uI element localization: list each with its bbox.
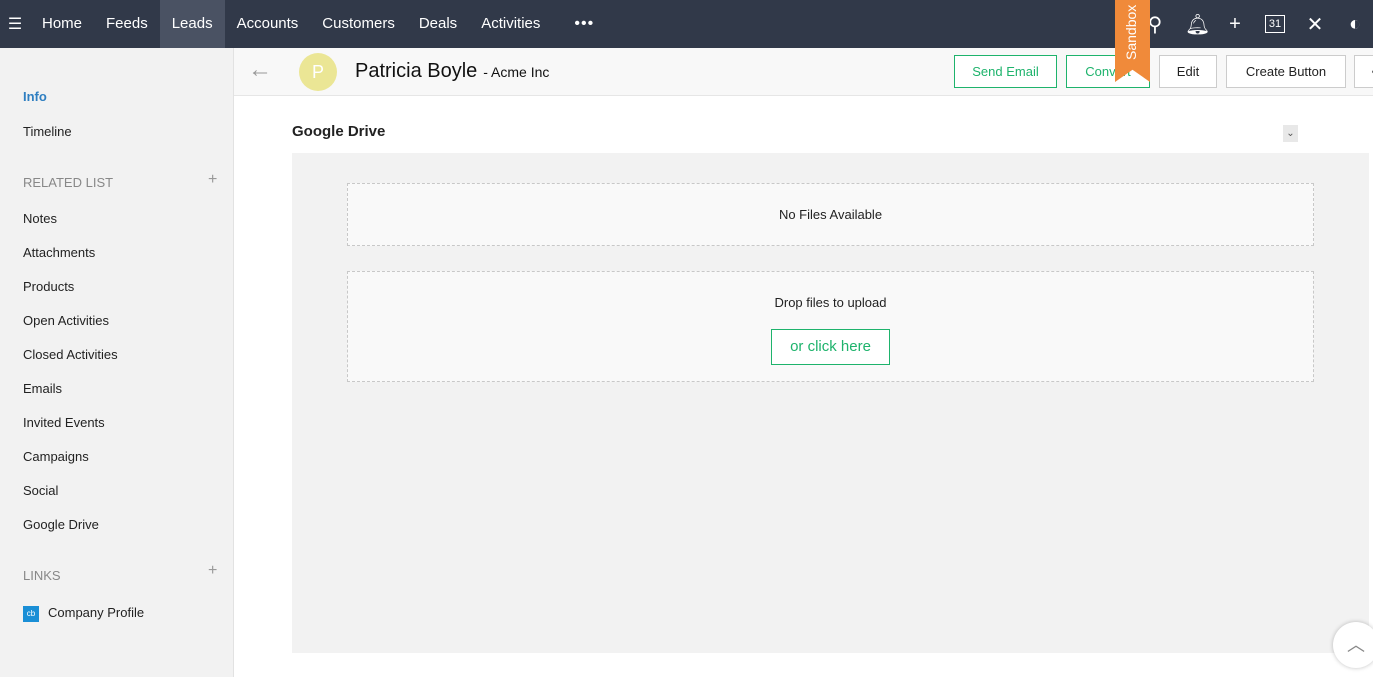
sidebar-attachments[interactable]: Attachments [23,245,95,260]
sidebar-open-activities[interactable]: Open Activities [23,313,109,328]
add-link-icon[interactable]: + [208,562,217,580]
send-email-button[interactable]: Send Email [954,55,1057,88]
avatar: P [299,53,337,91]
add-related-icon[interactable]: + [208,171,217,189]
nav-activities[interactable]: Activities [469,0,552,48]
record-header: ← P Patricia Boyle - Acme Inc Send Email … [234,48,1373,96]
no-files-box: No Files Available [347,183,1314,246]
sandbox-ribbon: Sandbox [1115,0,1150,82]
sidebar-notes[interactable]: Notes [23,211,57,226]
upload-dropzone[interactable]: Drop files to upload or click here [347,271,1314,382]
sidebar: Info Timeline RELATED LIST + Notes Attac… [0,48,234,677]
menu-icon[interactable]: ☰ [0,14,30,34]
record-name: Patricia Boyle - Acme Inc [355,60,549,83]
company-name: - Acme Inc [483,64,550,80]
chevron-down-icon[interactable]: ⌄ [1283,125,1298,142]
sidebar-emails[interactable]: Emails [23,381,62,396]
top-nav: ☰ Home Feeds Leads Accounts Customers De… [0,0,1373,48]
more-actions-button[interactable]: • [1354,55,1373,88]
avatar-icon[interactable]: ◐ [1345,13,1365,36]
sidebar-closed-activities[interactable]: Closed Activities [23,347,118,362]
scroll-top-button[interactable]: ︿ [1333,622,1373,668]
nav-home[interactable]: Home [30,0,94,48]
nav-leads[interactable]: Leads [159,0,225,48]
nav-accounts[interactable]: Accounts [225,0,311,48]
section-title: Google Drive [292,123,386,140]
calendar-icon[interactable]: 31 [1265,15,1285,33]
bell-icon[interactable]: 🔔︎ [1185,12,1210,37]
nav-deals[interactable]: Deals [407,0,469,48]
tools-icon[interactable]: ✕ [1305,12,1325,37]
links-header: LINKS [23,568,61,583]
sidebar-invited-events[interactable]: Invited Events [23,415,105,430]
back-arrow-icon[interactable]: ← [248,56,272,84]
nav-customers[interactable]: Customers [310,0,407,48]
sidebar-social[interactable]: Social [23,483,58,498]
related-list-header: RELATED LIST [23,175,114,190]
no-files-text: No Files Available [778,207,883,222]
sidebar-products[interactable]: Products [23,279,74,294]
create-button[interactable]: Create Button [1226,55,1346,88]
sidebar-info[interactable]: Info [23,89,47,104]
drop-text: Drop files to upload [774,295,887,310]
company-profile-icon: cb [23,606,39,622]
sidebar-timeline[interactable]: Timeline [23,124,72,139]
sidebar-company-profile[interactable]: Company Profile [48,605,144,620]
sandbox-label: Sandbox [1123,4,1139,60]
click-upload-button[interactable]: or click here [771,329,890,365]
more-icon[interactable]: ••• [574,15,594,33]
plus-icon[interactable]: + [1225,13,1245,36]
edit-button[interactable]: Edit [1159,55,1217,88]
google-drive-panel: No Files Available Drop files to upload … [292,153,1369,653]
nav-feeds[interactable]: Feeds [94,0,160,48]
sidebar-campaigns[interactable]: Campaigns [23,449,89,464]
sidebar-google-drive[interactable]: Google Drive [23,517,99,532]
lead-name: Patricia Boyle [355,60,478,82]
